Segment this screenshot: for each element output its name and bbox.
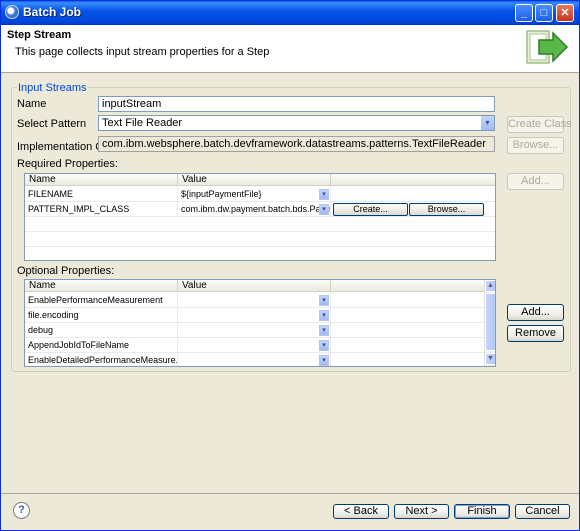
property-name: EnablePerformanceMeasurement	[25, 293, 178, 308]
batch-job-window: Batch Job _ □ ✕ Step Stream This page co…	[0, 0, 580, 531]
table-row[interactable]: AppendJobIdToFileName ▾	[25, 338, 485, 353]
table-row[interactable]: FILENAME ${inputPaymentFile} ▾	[25, 187, 495, 202]
col-name-header[interactable]: Name	[25, 174, 178, 186]
add-required-button[interactable]: Add...	[507, 173, 564, 190]
property-name: file.encoding	[25, 308, 178, 323]
name-input[interactable]: inputStream	[98, 96, 495, 112]
title-bar: Batch Job _ □ ✕	[1, 1, 579, 25]
select-pattern-label: Select Pattern	[17, 118, 87, 130]
next-button[interactable]: Next >	[394, 504, 449, 519]
property-name: AppendJobIdToFileName	[25, 338, 178, 353]
chevron-down-icon[interactable]: ▾	[319, 204, 329, 215]
scroll-thumb[interactable]	[485, 293, 495, 351]
table-row[interactable]: EnableDetailedPerformanceMeasure... ▾	[25, 353, 485, 366]
table-row[interactable]: file.encoding ▾	[25, 308, 485, 323]
chevron-down-icon[interactable]: ▾	[319, 325, 329, 336]
minimize-button[interactable]: _	[515, 4, 533, 22]
property-value[interactable]: ${inputPaymentFile}	[178, 187, 331, 202]
help-icon[interactable]: ?	[13, 502, 30, 519]
property-name: debug	[25, 323, 178, 338]
group-legend: Input Streams	[17, 82, 88, 94]
table-row[interactable]: debug ▾	[25, 323, 485, 338]
chevron-down-icon[interactable]: ▾	[319, 355, 329, 366]
window-title: Batch Job	[23, 5, 82, 19]
pattern-value: Text File Reader	[102, 117, 183, 129]
wizard-header: Step Stream This page collects input str…	[1, 25, 579, 73]
property-value[interactable]: com.ibm.dw.payment.batch.bds.Paym	[178, 202, 331, 217]
col-extra-header	[331, 174, 495, 186]
property-value[interactable]	[178, 308, 331, 323]
chevron-down-icon[interactable]: ▾	[319, 340, 329, 351]
col-value-header[interactable]: Value	[178, 280, 331, 292]
maximize-button[interactable]: □	[535, 4, 553, 22]
browse-class-button[interactable]: Browse...	[507, 137, 564, 154]
property-value[interactable]	[178, 323, 331, 338]
cancel-button[interactable]: Cancel	[515, 504, 570, 519]
remove-optional-button[interactable]: Remove	[507, 325, 564, 342]
footer-divider	[1, 493, 579, 494]
impl-class-field: com.ibm.websphere.batch.devframework.dat…	[98, 136, 495, 152]
property-name: EnableDetailedPerformanceMeasure...	[25, 353, 178, 366]
scroll-up-icon[interactable]: ▲	[485, 280, 495, 292]
property-value[interactable]	[178, 353, 331, 366]
table-row	[25, 232, 495, 247]
required-properties-table[interactable]: Name Value FILENAME ${inputPaymentFile} …	[24, 173, 496, 261]
table-row	[25, 217, 495, 232]
page-description: This page collects input stream properti…	[15, 46, 270, 58]
property-value[interactable]	[178, 338, 331, 353]
browse-impl-button[interactable]: Browse...	[409, 203, 484, 216]
scroll-down-icon[interactable]: ▼	[485, 353, 495, 365]
required-properties-label: Required Properties:	[17, 158, 118, 170]
create-impl-button[interactable]: Create...	[333, 203, 408, 216]
table-row[interactable]: PATTERN_IMPL_CLASS com.ibm.dw.payment.ba…	[25, 202, 495, 217]
finish-button[interactable]: Finish	[454, 504, 510, 519]
create-class-button[interactable]: Create Class	[507, 116, 572, 133]
add-optional-button[interactable]: Add...	[507, 304, 564, 321]
col-value-header[interactable]: Value	[178, 174, 331, 186]
app-icon	[5, 5, 19, 19]
name-label: Name	[17, 98, 47, 110]
select-pattern-combo[interactable]: Text File Reader ▾	[98, 115, 495, 131]
close-button[interactable]: ✕	[556, 4, 574, 22]
col-extra-header	[331, 280, 485, 292]
chevron-down-icon[interactable]: ▾	[319, 310, 329, 321]
page-title: Step Stream	[7, 29, 72, 41]
col-name-header[interactable]: Name	[25, 280, 178, 292]
property-name: PATTERN_IMPL_CLASS	[25, 202, 178, 217]
optional-properties-table[interactable]: Name Value EnablePerformanceMeasurement …	[24, 279, 496, 367]
chevron-down-icon[interactable]: ▾	[319, 295, 329, 306]
optional-properties-label: Optional Properties:	[17, 265, 115, 277]
wizard-arrow-icon	[526, 30, 569, 64]
table-row[interactable]: EnablePerformanceMeasurement ▾	[25, 293, 485, 308]
chevron-down-icon[interactable]: ▾	[480, 116, 494, 130]
table-row	[25, 247, 495, 260]
property-name: FILENAME	[25, 187, 178, 202]
back-button[interactable]: < Back	[333, 504, 389, 519]
chevron-down-icon[interactable]: ▾	[319, 189, 329, 200]
property-value[interactable]	[178, 293, 331, 308]
vertical-scrollbar[interactable]: ▲ ▼	[484, 280, 495, 366]
